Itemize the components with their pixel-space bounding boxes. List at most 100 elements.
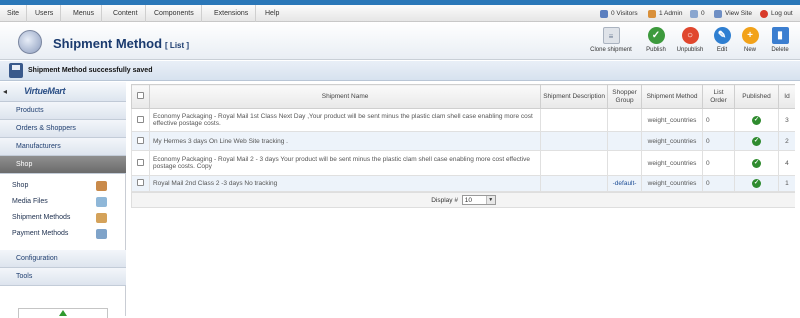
menu-components[interactable]: Components xyxy=(147,5,202,22)
published-check-icon[interactable]: ✓ xyxy=(751,115,761,125)
messages-count: 0 xyxy=(701,10,705,17)
edit-button[interactable]: ✎ Edit xyxy=(710,25,734,59)
delete-button[interactable]: ▮ Delete xyxy=(766,25,794,59)
table-row: Economy Packaging - Royal Mail 1st Class… xyxy=(131,108,797,132)
virtuemart-sidebar: ◂ VirtueMart Products Orders & Shoppers … xyxy=(0,82,126,318)
display-count-select[interactable]: 10 ▼ xyxy=(461,195,496,206)
menu-site[interactable]: Site xyxy=(0,5,28,22)
menu-extensions[interactable]: Extensions xyxy=(207,5,257,22)
sidebar-section-products[interactable]: Products xyxy=(0,102,126,120)
shipment-name-link[interactable]: Economy Packaging - Royal Mail 1st Class… xyxy=(148,108,542,132)
virtuemart-emblem-icon xyxy=(18,30,42,54)
media-files-icon xyxy=(96,197,107,207)
table-row: Economy Packaging - Royal Mail 2 - 3 day… xyxy=(131,150,797,176)
clone-shipment-label: Clone shipment xyxy=(590,47,632,53)
shopper-group-cell xyxy=(607,108,643,132)
published-cell: ✓ xyxy=(734,175,779,192)
publish-button[interactable]: ✓ Publish xyxy=(642,25,670,59)
select-all-header xyxy=(131,84,150,109)
new-button[interactable]: + New xyxy=(738,25,762,59)
display-count-value: 10 xyxy=(464,197,472,205)
admin-user-icon xyxy=(648,9,656,18)
published-cell: ✓ xyxy=(734,108,779,132)
mail-icon xyxy=(690,9,698,18)
menu-users[interactable]: Users xyxy=(28,5,62,22)
sidebar-section-orders[interactable]: Orders & Shoppers xyxy=(0,120,126,138)
shipment-name-link[interactable]: My Hermes 3 days On Line Web Site tracki… xyxy=(148,131,542,151)
unpublish-icon: ○ xyxy=(681,27,699,44)
col-shopper-group[interactable]: Shopper Group xyxy=(607,84,643,109)
sidebar-section-tools[interactable]: Tools xyxy=(0,268,126,286)
row-checkbox[interactable] xyxy=(136,158,144,166)
row-checkbox[interactable] xyxy=(136,136,144,144)
table-row: Royal Mail 2nd Class 2 -3 days No tracki… xyxy=(131,175,797,192)
sidebar-item-payment-methods[interactable]: Payment Methods xyxy=(0,226,126,242)
admins-status: 1 Admin xyxy=(648,5,683,22)
clone-shipment-button[interactable]: ≡ Clone shipment xyxy=(586,25,636,59)
power-icon xyxy=(760,9,768,18)
pagination-bar: Display # 10 ▼ xyxy=(131,192,796,208)
sidebar-section-configuration[interactable]: Configuration xyxy=(0,250,126,268)
list-order-cell: 0 xyxy=(702,175,735,192)
monitor-icon xyxy=(714,9,722,18)
publish-check-icon: ✓ xyxy=(647,27,665,44)
right-edge xyxy=(795,82,800,316)
published-check-icon[interactable]: ✓ xyxy=(751,136,761,146)
published-check-icon[interactable]: ✓ xyxy=(751,179,761,188)
sidebar-section-shop[interactable]: Shop xyxy=(0,156,126,174)
trash-icon: ▮ xyxy=(771,27,789,44)
shopper-group-cell: -default- xyxy=(607,175,643,192)
id-cell: 3 xyxy=(777,108,797,132)
page-title-text: Shipment Method xyxy=(53,36,163,51)
shipment-name-link[interactable]: Royal Mail 2nd Class 2 -3 days No tracki… xyxy=(148,175,542,192)
shopper-group-cell xyxy=(607,150,643,176)
row-checkbox[interactable] xyxy=(136,179,144,186)
row-checkbox[interactable] xyxy=(136,115,144,123)
col-published[interactable]: Published xyxy=(734,84,779,109)
logout-link[interactable]: Log out xyxy=(760,5,793,22)
edit-pencil-icon: ✎ xyxy=(713,27,731,44)
visitors-count: 0 Visitors xyxy=(611,10,638,17)
sidebar-header: ◂ VirtueMart xyxy=(0,82,126,102)
sidebar-item-label: Shipment Methods xyxy=(12,214,71,221)
messages-status[interactable]: 0 xyxy=(690,5,705,22)
shipment-method-cell: weight_countries xyxy=(641,150,704,176)
sidebar-item-shipment-methods[interactable]: Shipment Methods xyxy=(0,210,126,226)
table-row: My Hermes 3 days On Line Web Site tracki… xyxy=(131,131,797,151)
row-select-cell xyxy=(131,131,150,151)
clone-icon: ≡ xyxy=(602,27,620,44)
sidebar-item-label: Media Files xyxy=(12,198,48,205)
admin-menubar: Site Users Menus Content Components Exte… xyxy=(0,5,800,22)
menu-menus[interactable]: Menus xyxy=(66,5,103,22)
select-all-checkbox[interactable] xyxy=(136,91,144,99)
main-content: Shipment Name Shipment Description Shopp… xyxy=(131,82,800,316)
list-order-cell: 0 xyxy=(702,108,735,132)
published-check-icon[interactable]: ✓ xyxy=(751,158,761,168)
page-subtitle: [ List ] xyxy=(165,41,190,50)
col-list-order[interactable]: List Order xyxy=(702,84,735,109)
publish-label: Publish xyxy=(646,47,666,53)
system-message-bar: Shipment Method successfully saved xyxy=(0,61,800,81)
system-message: Shipment Method successfully saved xyxy=(28,67,153,74)
col-shipment-name[interactable]: Shipment Name xyxy=(148,84,542,109)
sidebar-item-shop[interactable]: Shop xyxy=(0,178,126,194)
shipment-description-cell xyxy=(540,175,609,192)
menu-help[interactable]: Help xyxy=(258,5,286,22)
shipment-description-cell xyxy=(540,150,609,176)
published-cell: ✓ xyxy=(734,131,779,151)
sidebar-section-manufacturers[interactable]: Manufacturers xyxy=(0,138,126,156)
sidebar-collapse-icon[interactable]: ◂ xyxy=(3,87,7,96)
sidebar-item-media-files[interactable]: Media Files xyxy=(0,194,126,210)
col-shipment-method[interactable]: Shipment Method xyxy=(641,84,704,109)
col-shipment-description[interactable]: Shipment Description xyxy=(540,84,609,109)
row-select-cell xyxy=(131,108,150,132)
page-toolbar: Shipment Method[ List ] ≡ Clone shipment… xyxy=(0,22,800,60)
col-id[interactable]: Id xyxy=(777,84,797,109)
view-site-link[interactable]: View Site xyxy=(714,5,752,22)
shipment-name-link[interactable]: Economy Packaging - Royal Mail 2 - 3 day… xyxy=(148,150,542,176)
new-label: New xyxy=(743,47,756,53)
menu-content[interactable]: Content xyxy=(106,5,146,22)
shipment-description-cell xyxy=(540,131,609,151)
unpublish-button[interactable]: ○ Unpublish xyxy=(673,25,707,59)
published-cell: ✓ xyxy=(734,150,779,176)
